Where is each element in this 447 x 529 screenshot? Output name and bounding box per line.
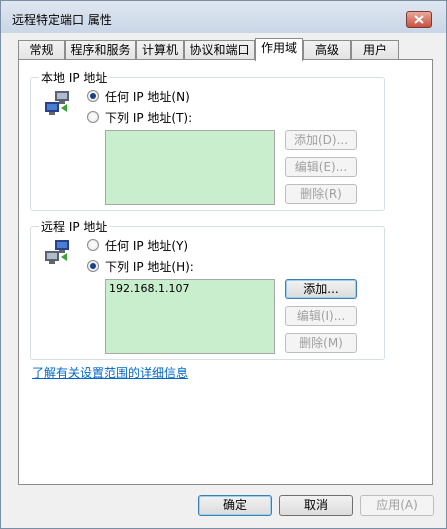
properties-dialog: 远程特定端口 属性 常规 程序和服务 计算机 协议和端口 作用域 高级 用户 本… — [0, 0, 447, 529]
remote-ip-listbox[interactable]: 192.168.1.107 — [105, 279, 275, 354]
close-icon — [414, 15, 424, 24]
tab-scope[interactable]: 作用域 — [255, 38, 303, 61]
local-any-radio[interactable] — [87, 90, 99, 102]
close-button[interactable] — [406, 11, 432, 28]
local-ip-group: 本地 IP 地址 任何 IP 地址(N) 下列 IP 地址(T): 添加(D).… — [30, 69, 385, 211]
remote-any-ip-option[interactable]: 任何 IP 地址(Y) — [87, 237, 188, 253]
local-add-button[interactable]: 添加(D)... — [285, 130, 357, 150]
scope-panel: 本地 IP 地址 任何 IP 地址(N) 下列 IP 地址(T): 添加(D).… — [18, 59, 433, 485]
remote-any-radio[interactable] — [87, 239, 99, 251]
tab-programs-services[interactable]: 程序和服务 — [65, 40, 136, 60]
learn-more-link[interactable]: 了解有关设置范围的详细信息 — [32, 364, 188, 381]
local-delete-button[interactable]: 删除(R) — [285, 184, 357, 204]
remote-list-ip-option[interactable]: 下列 IP 地址(H): — [87, 258, 194, 274]
local-list-radio[interactable] — [87, 111, 99, 123]
remote-add-button[interactable]: 添加... — [285, 279, 357, 299]
remote-ip-title: 远程 IP 地址 — [39, 218, 110, 235]
remote-edit-button[interactable]: 编辑(I)... — [285, 306, 357, 326]
tab-protocols-ports[interactable]: 协议和端口 — [184, 40, 255, 60]
local-any-ip-option[interactable]: 任何 IP 地址(N) — [87, 88, 190, 104]
remote-delete-button[interactable]: 删除(M) — [285, 333, 357, 353]
remote-list-radio[interactable] — [87, 260, 99, 272]
list-item[interactable]: 192.168.1.107 — [109, 282, 271, 295]
tab-computers[interactable]: 计算机 — [136, 40, 184, 60]
window-title: 远程特定端口 属性 — [12, 13, 112, 27]
local-list-ip-option[interactable]: 下列 IP 地址(T): — [87, 109, 192, 125]
local-edit-button[interactable]: 编辑(E)... — [285, 157, 357, 177]
local-ip-listbox[interactable] — [105, 130, 275, 205]
tab-advanced[interactable]: 高级 — [303, 40, 351, 60]
network-computers-icon — [45, 91, 69, 115]
tab-users[interactable]: 用户 — [351, 40, 399, 60]
network-computers-icon — [45, 240, 69, 264]
remote-ip-group: 远程 IP 地址 任何 IP 地址(Y) 下列 IP 地址(H): 192.16… — [30, 218, 385, 360]
apply-button[interactable]: 应用(A) — [360, 495, 434, 516]
tab-general[interactable]: 常规 — [18, 40, 65, 60]
cancel-button[interactable]: 取消 — [279, 495, 353, 516]
ok-button[interactable]: 确定 — [198, 495, 272, 516]
title-bar[interactable]: 远程特定端口 属性 — [1, 1, 446, 33]
local-ip-title: 本地 IP 地址 — [39, 69, 110, 86]
